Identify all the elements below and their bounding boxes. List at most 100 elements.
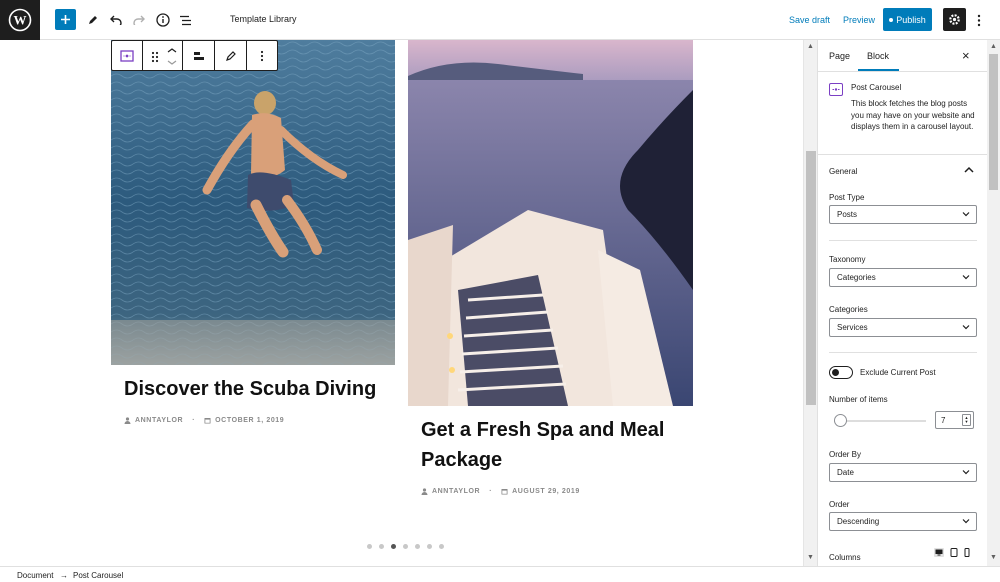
- carousel-block-icon: [120, 49, 134, 62]
- sidebar-scroll-thumb[interactable]: [989, 54, 998, 190]
- carousel-dot[interactable]: [391, 544, 396, 549]
- list-view-icon[interactable]: [175, 9, 197, 31]
- post-2-title-line-1: Get a Fresh Spa and Meal: [421, 419, 665, 441]
- publish-button[interactable]: Publish: [883, 8, 932, 31]
- order-value: Descending: [837, 517, 880, 526]
- scroll-down-arrow-icon[interactable]: ▼: [990, 554, 997, 561]
- carousel-dot[interactable]: [415, 544, 420, 549]
- undo-icon[interactable]: [105, 9, 127, 31]
- editor-canvas: Discover the Scuba Diving ANNTAYLOR · OC…: [0, 40, 803, 566]
- tablet-icon[interactable]: [950, 548, 958, 557]
- carousel-dot[interactable]: [379, 544, 384, 549]
- order-by-select[interactable]: Date: [829, 463, 977, 482]
- redo-icon[interactable]: [128, 9, 150, 31]
- panel-general-title[interactable]: General: [829, 167, 857, 176]
- number-of-items-slider-track[interactable]: [834, 420, 926, 422]
- tab-page[interactable]: Page: [829, 51, 850, 61]
- block-card: Post Carousel This block fetches the blo…: [818, 72, 987, 155]
- sidebar-scrollbar[interactable]: ▲ ▼: [987, 40, 1000, 566]
- taxonomy-value: Categories: [837, 273, 876, 282]
- scroll-up-arrow-icon[interactable]: ▲: [990, 43, 997, 50]
- add-block-button[interactable]: [55, 9, 76, 30]
- meta-separator: ·: [192, 417, 196, 424]
- kebab-menu-icon[interactable]: [972, 9, 986, 31]
- block-name: Post Carousel: [851, 83, 902, 92]
- taxonomy-select[interactable]: Categories: [829, 268, 977, 287]
- breadcrumb-arrow: →: [60, 571, 68, 580]
- calendar-icon: [204, 418, 211, 424]
- block-breadcrumb: Document → Post Carousel: [0, 566, 1000, 582]
- carousel-dot[interactable]: [439, 544, 444, 549]
- document-title[interactable]: Template Library: [230, 14, 297, 24]
- post-1-author[interactable]: ANNTAYLOR: [135, 417, 183, 424]
- taxonomy-label: Taxonomy: [829, 255, 866, 264]
- wordpress-logo-icon[interactable]: W: [0, 0, 40, 40]
- categories-select[interactable]: Services: [829, 318, 977, 337]
- number-of-items-slider-thumb[interactable]: [834, 414, 847, 427]
- calendar-icon: [501, 489, 508, 495]
- user-icon: [421, 488, 428, 495]
- post-1-featured-image[interactable]: [111, 40, 395, 365]
- canvas-scroll-thumb[interactable]: [806, 151, 816, 405]
- move-down-icon[interactable]: [167, 60, 176, 65]
- exclude-current-post-toggle[interactable]: [829, 366, 853, 379]
- close-icon[interactable]: ×: [962, 48, 970, 63]
- post-type-select[interactable]: Posts: [829, 205, 977, 224]
- order-label: Order: [829, 500, 850, 509]
- post-2-title[interactable]: Get a Fresh Spa and Meal Package: [421, 415, 664, 475]
- edit-button[interactable]: [215, 41, 247, 70]
- number-spinner[interactable]: ▲ ▼: [962, 414, 971, 426]
- post-2-author[interactable]: ANNTAYLOR: [432, 488, 480, 495]
- settings-button[interactable]: [943, 8, 966, 31]
- info-icon[interactable]: [152, 9, 174, 31]
- carousel-dot[interactable]: [427, 544, 432, 549]
- chevron-down-icon: [962, 519, 970, 524]
- carousel-dot[interactable]: [403, 544, 408, 549]
- block-options-button[interactable]: [247, 41, 277, 70]
- number-of-items-input[interactable]: 7 ▲ ▼: [935, 411, 974, 429]
- scroll-down-arrow-icon[interactable]: ▼: [807, 554, 814, 561]
- chevron-up-icon[interactable]: [963, 165, 975, 175]
- tab-block[interactable]: Block: [867, 51, 889, 61]
- canvas-scrollbar[interactable]: ▲ ▼: [803, 40, 817, 566]
- move-up-icon[interactable]: [167, 47, 176, 52]
- drag-handle-icon[interactable]: [151, 51, 158, 62]
- pencil-icon[interactable]: [82, 9, 104, 31]
- post-type-label: Post Type: [829, 193, 865, 202]
- post-2-meta: ANNTAYLOR · AUGUST 29, 2019: [421, 488, 580, 495]
- plus-icon: [61, 15, 70, 24]
- desktop-icon[interactable]: [934, 548, 944, 557]
- mobile-icon[interactable]: [964, 548, 970, 557]
- post-2-featured-image[interactable]: [408, 40, 693, 406]
- order-select[interactable]: Descending: [829, 512, 977, 531]
- post-2-date[interactable]: AUGUST 29, 2019: [512, 488, 580, 495]
- active-tab-indicator: [858, 69, 899, 71]
- number-of-items-value: 7: [941, 415, 946, 425]
- preview-button[interactable]: Preview: [843, 15, 875, 25]
- post-1-meta: ANNTAYLOR · OCTOBER 1, 2019: [124, 417, 284, 424]
- scroll-up-arrow-icon[interactable]: ▲: [807, 43, 814, 50]
- order-by-label: Order By: [829, 450, 862, 459]
- move-controls: [143, 41, 183, 70]
- block-toolbar: [111, 40, 278, 71]
- block-type-button[interactable]: [112, 41, 143, 70]
- number-of-items-label: Number of items: [829, 395, 888, 404]
- save-draft-button[interactable]: Save draft: [789, 15, 830, 25]
- gear-icon: [949, 14, 960, 25]
- columns-label: Columns: [829, 553, 861, 562]
- exclude-current-post-label: Exclude Current Post: [860, 368, 936, 377]
- settings-sidebar: Page Block × Post Carousel This block fe…: [817, 40, 987, 566]
- user-icon: [124, 417, 131, 424]
- carousel-dot[interactable]: [367, 544, 372, 549]
- chevron-down-icon: [962, 212, 970, 217]
- toggle-knob: [832, 369, 839, 376]
- breadcrumb-post-carousel[interactable]: Post Carousel: [73, 571, 123, 580]
- divider: [829, 240, 977, 241]
- post-1-date[interactable]: OCTOBER 1, 2019: [215, 417, 284, 424]
- breadcrumb-document[interactable]: Document: [17, 571, 53, 580]
- post-1-title[interactable]: Discover the Scuba Diving: [124, 374, 376, 404]
- post-2-title-line-2: Package: [421, 449, 503, 471]
- align-button[interactable]: [183, 41, 215, 70]
- post-type-value: Posts: [837, 210, 858, 219]
- kebab-menu-icon: [260, 50, 264, 61]
